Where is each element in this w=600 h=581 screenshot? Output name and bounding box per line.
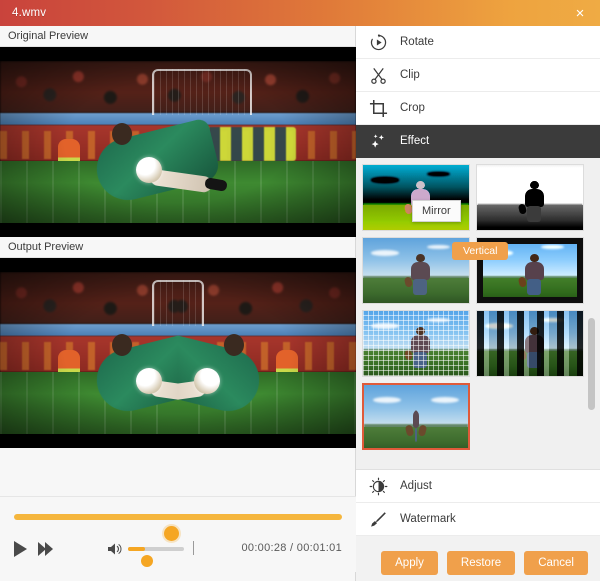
tools-panel: Rotate Clip Crop Effect Mirror Vertical … xyxy=(356,26,600,581)
thumb-scene xyxy=(477,311,583,376)
effect-tooltip: Mirror xyxy=(412,200,461,222)
letterbox-top xyxy=(0,258,356,272)
output-video-frame xyxy=(0,258,356,448)
original-preview-video[interactable] xyxy=(0,47,356,237)
thumb-scene xyxy=(363,311,469,376)
original-video-frame xyxy=(0,47,356,237)
scissors-icon xyxy=(356,66,400,85)
video-vignette xyxy=(0,258,356,448)
restore-button[interactable]: Restore xyxy=(446,551,516,575)
transport-bar: 00:00:28 / 00:01:01 xyxy=(0,496,356,572)
original-preview-label: Original Preview xyxy=(0,26,355,47)
window-title: 4.wmv xyxy=(12,7,47,19)
menu-label-clip: Clip xyxy=(400,69,420,81)
volume-icon[interactable] xyxy=(106,541,122,557)
rotate-icon xyxy=(356,33,400,52)
timeline-slider[interactable] xyxy=(14,514,342,541)
menu-label-crop: Crop xyxy=(400,102,425,114)
effect-direction-badge[interactable]: Vertical xyxy=(452,242,509,260)
volume-handle[interactable] xyxy=(141,555,153,567)
preview-panel: Original Preview Output Preview 00:00:28… xyxy=(0,26,356,581)
menu-item-watermark[interactable]: Watermark xyxy=(356,503,600,536)
menu-item-rotate[interactable]: Rotate xyxy=(356,26,600,59)
volume-max-marker xyxy=(193,541,194,555)
menu-label-effect: Effect xyxy=(400,135,430,147)
effect-thumb-stripe[interactable] xyxy=(476,310,584,377)
menu-label-rotate: Rotate xyxy=(400,36,434,48)
title-bar: 4.wmv × xyxy=(0,0,600,26)
video-vignette xyxy=(0,47,356,237)
fast-forward-icon[interactable] xyxy=(38,542,56,557)
thumb-mirror-right xyxy=(416,385,468,448)
effects-grid-container: Mirror Vertical xyxy=(356,158,600,470)
effect-thumb-mirror[interactable] xyxy=(362,383,470,450)
brush-icon xyxy=(356,510,400,529)
thumb-mirror-left xyxy=(364,385,416,448)
effects-grid xyxy=(362,164,584,450)
menu-label-watermark: Watermark xyxy=(400,513,456,525)
menu-item-clip[interactable]: Clip xyxy=(356,59,600,92)
thumb-scene xyxy=(477,165,583,230)
sparkle-icon xyxy=(356,132,400,151)
volume-fill xyxy=(128,547,145,551)
menu-item-adjust[interactable]: Adjust xyxy=(356,470,600,503)
menu-label-adjust: Adjust xyxy=(400,480,432,492)
thumb-mirror-wrapper xyxy=(364,385,468,448)
output-preview-video[interactable] xyxy=(0,258,356,448)
volume-slider[interactable] xyxy=(128,547,184,567)
video-editor-window: 4.wmv × Original Preview Output Preview … xyxy=(0,0,600,581)
dialog-button-row: Apply Restore Cancel xyxy=(356,545,600,581)
close-icon[interactable]: × xyxy=(560,0,600,26)
apply-button[interactable]: Apply xyxy=(381,551,438,575)
effects-scrollbar-thumb[interactable] xyxy=(588,318,595,410)
thumb-scene xyxy=(364,385,416,448)
crop-icon xyxy=(356,99,400,118)
cancel-button[interactable]: Cancel xyxy=(524,551,588,575)
time-display: 00:00:28 / 00:01:01 xyxy=(241,542,342,554)
effects-scrollbar-track[interactable] xyxy=(588,162,595,466)
effect-thumb-mosaic[interactable] xyxy=(362,310,470,377)
letterbox-bottom xyxy=(0,223,356,237)
play-icon[interactable] xyxy=(14,541,27,557)
thumb-scene xyxy=(416,385,468,448)
letterbox-bottom xyxy=(0,434,356,448)
playback-controls: 00:00:28 / 00:01:01 xyxy=(0,535,356,567)
menu-item-effect[interactable]: Effect xyxy=(356,125,600,158)
output-preview-label: Output Preview xyxy=(0,237,355,258)
menu-item-crop[interactable]: Crop xyxy=(356,92,600,125)
effect-thumb-sketch[interactable] xyxy=(476,164,584,231)
brightness-icon xyxy=(356,477,400,496)
letterbox-top xyxy=(0,47,356,61)
